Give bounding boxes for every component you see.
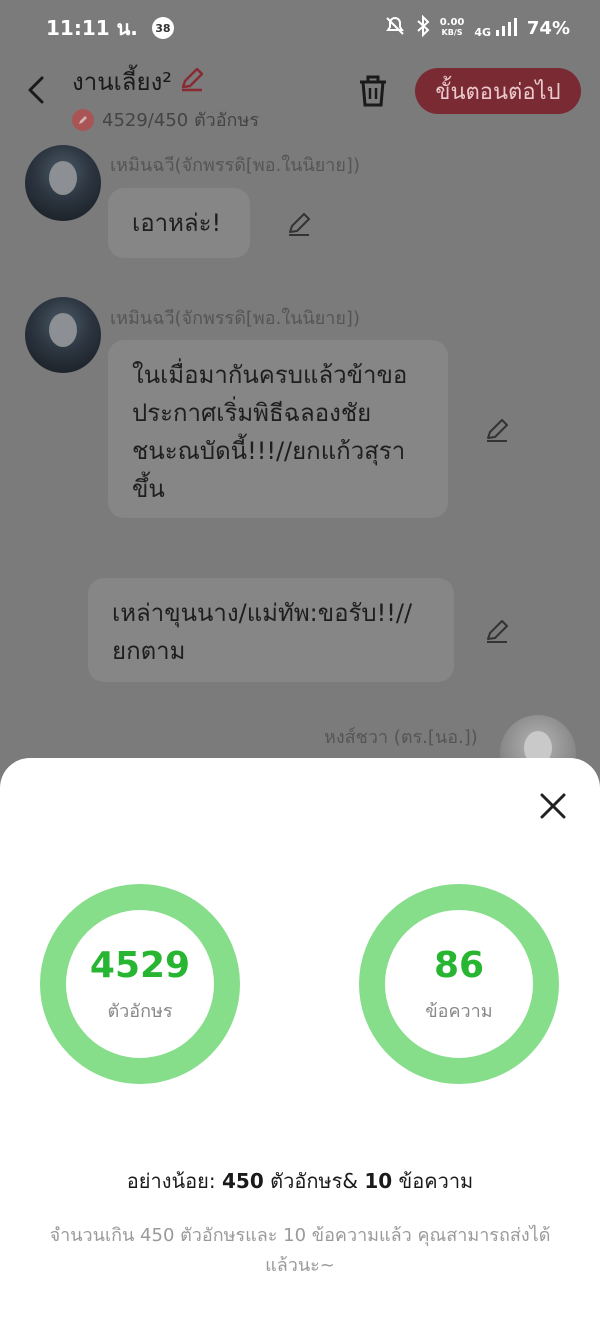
network-speed: 0.00 KB/S <box>439 17 465 38</box>
sender-name: เหมินฉวี(จักพรรดิ[พอ.ในนิยาย]) <box>110 155 360 176</box>
pencil-icon <box>72 108 94 131</box>
sender-name: เหมินฉวี(จักพรรดิ[พอ.ในนิยาย]) <box>110 308 360 329</box>
story-title: งานเลี้ยง² <box>72 68 172 96</box>
character-count-label: ตัวอักษร <box>107 1000 173 1022</box>
message-text-line: เหล่าขุนนาง/แม่ทัพ:ขอรับ!!// <box>112 599 413 627</box>
message-text-line: ประกาศเริ่มพิธีฉลองชัย <box>132 399 372 427</box>
edit-title-icon[interactable] <box>178 65 206 99</box>
character-count: 4529/450 ตัวอักษร <box>102 110 259 131</box>
minimum-requirement: อย่างน้อย: 450 ตัวอักษร& 10 ข้อความ <box>126 1169 474 1193</box>
edit-message-icon[interactable] <box>483 416 511 444</box>
delete-button[interactable] <box>356 70 390 110</box>
trash-icon <box>360 75 386 107</box>
bluetooth-icon <box>416 14 430 42</box>
message-bubble[interactable]: เอาหล่ะ! <box>108 188 250 258</box>
character-count-value: 4529 <box>89 944 191 986</box>
close-icon <box>540 793 566 819</box>
editor-header: งานเลี้ยง² 4529/450 ตัวอักษร ขั้นตอนต่อไ… <box>0 56 600 131</box>
message-text-line: ยกตาม <box>112 637 186 665</box>
requirement-note: จำนวนเกิน 450 ตัวอักษรและ 10 ข้อความแล้ว… <box>49 1225 551 1276</box>
avatar[interactable] <box>25 145 101 221</box>
message-count-ring: 86 ข้อความ <box>359 884 559 1084</box>
message-count-value: 86 <box>433 944 485 986</box>
message-text-line: ในเมื่อมากันครบแล้วข้าขอ <box>132 361 408 389</box>
message-text-line: ขึ้น <box>132 475 165 503</box>
close-button[interactable] <box>538 791 568 821</box>
edit-message-icon[interactable] <box>285 210 313 238</box>
status-bar: 11:11 น. 38 0.00 KB/S 4G 74% <box>0 0 600 56</box>
battery-level: 74% <box>526 17 570 39</box>
character-count-ring: 4529 ตัวอักษร <box>40 884 240 1084</box>
message-bubble[interactable]: ในเมื่อมากันครบแล้วข้าขอ ประกาศเริ่มพิธี… <box>108 340 448 518</box>
avatar[interactable] <box>25 297 101 373</box>
notification-count-badge: 38 <box>151 17 174 39</box>
next-step-button[interactable]: ขั้นตอนต่อไป <box>415 68 581 114</box>
status-time: 11:11 น. <box>46 16 138 40</box>
signal-icon: 4G <box>474 17 517 39</box>
sender-name: หงส์ชวา (ตร.[นอ.]) <box>324 727 478 748</box>
message-count-label: ข้อความ <box>425 1000 493 1022</box>
back-button[interactable] <box>22 70 52 110</box>
edit-message-icon[interactable] <box>483 617 511 645</box>
message-text: เอาหล่ะ! <box>132 209 222 237</box>
message-text-line: ชนะณบัดนี้!!!//ยกแก้วสุรา <box>132 437 406 465</box>
narration-bubble[interactable]: เหล่าขุนนาง/แม่ทัพ:ขอรับ!!// ยกตาม <box>88 578 454 682</box>
chevron-left-icon <box>28 76 44 104</box>
requirement-sheet: 4529 ตัวอักษร 86 ข้อความ อย่างน้อย: 450 … <box>0 758 600 1343</box>
mute-icon <box>384 15 406 42</box>
